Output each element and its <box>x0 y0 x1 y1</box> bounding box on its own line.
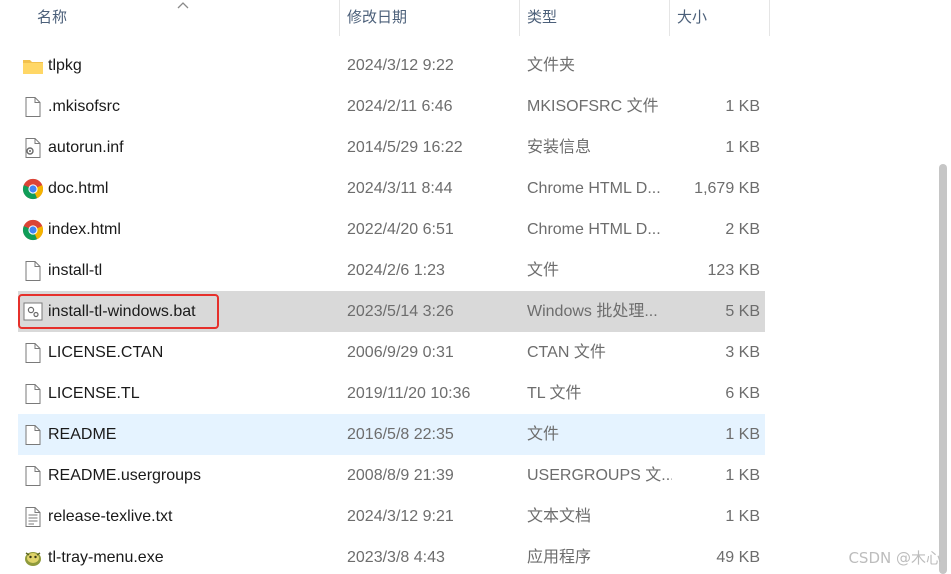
column-header-type-label: 类型 <box>527 9 558 26</box>
file-type: 文件 <box>527 426 560 443</box>
file-size: 1 KB <box>725 426 760 443</box>
file-date: 2008/8/9 21:39 <box>347 467 454 484</box>
file-size <box>670 45 760 86</box>
file-size: 2 KB <box>725 221 760 238</box>
file-type: 文件夹 <box>527 57 576 74</box>
file-row[interactable]: LICENSE.CTAN 2006/9/29 0:31 CTAN 文件 3 KB <box>18 332 765 373</box>
file-icon <box>22 383 44 405</box>
file-name: doc.html <box>48 180 109 197</box>
file-row[interactable]: tl-tray-menu.exe 2023/3/8 4:43 应用程序 49 KB <box>18 537 765 574</box>
file-name: tlpkg <box>48 57 82 74</box>
file-row[interactable]: release-texlive.txt 2024/3/12 9:21 文本文档 1 K… <box>18 496 765 537</box>
file-name: autorun.inf <box>48 139 124 156</box>
file-name: LICENSE.CTAN <box>48 344 164 361</box>
file-name: index.html <box>48 221 121 238</box>
file-type: 应用程序 <box>527 549 592 566</box>
column-header-type[interactable]: 类型 <box>520 0 670 36</box>
file-size: 1 KB <box>725 98 760 115</box>
file-date: 2006/9/29 0:31 <box>347 344 454 361</box>
exe-icon <box>22 547 44 569</box>
column-header-size[interactable]: 大小 <box>670 0 770 36</box>
file-date: 2024/3/12 9:22 <box>347 57 454 74</box>
file-date: 2024/2/11 6:46 <box>347 98 453 115</box>
file-icon <box>22 424 44 446</box>
file-row[interactable]: autorun.inf 2014/5/29 16:22 安装信息 1 KB <box>18 127 765 168</box>
file-icon <box>22 465 44 487</box>
file-type: 文本文档 <box>527 508 592 525</box>
file-type: USERGROUPS 文... <box>527 467 672 484</box>
file-size: 1 KB <box>725 139 760 156</box>
file-icon <box>22 342 44 364</box>
file-row[interactable]: tlpkg 2024/3/12 9:22 文件夹 <box>18 45 765 86</box>
file-type: TL 文件 <box>527 385 582 402</box>
file-size: 49 KB <box>716 549 760 566</box>
file-size: 1 KB <box>725 508 760 525</box>
file-type: 安装信息 <box>527 139 592 156</box>
file-date: 2016/5/8 22:35 <box>347 426 454 443</box>
file-name: README <box>48 426 117 443</box>
file-type: Chrome HTML D... <box>527 180 661 197</box>
sort-ascending-icon <box>177 2 189 9</box>
file-size: 1,679 KB <box>694 180 760 197</box>
file-row[interactable]: README 2016/5/8 22:35 文件 1 KB <box>18 414 765 455</box>
file-row[interactable]: index.html 2022/4/20 6:51 Chrome HTML D...… <box>18 209 765 250</box>
file-size: 123 KB <box>707 262 760 279</box>
file-size: 5 KB <box>725 303 760 320</box>
column-header: 名称 修改日期 类型 大小 <box>0 0 770 36</box>
file-type: Windows 批处理... <box>527 303 658 320</box>
file-date: 2024/3/11 8:44 <box>347 180 453 197</box>
file-name: .mkisofsrc <box>48 98 120 115</box>
scrollbar-thumb[interactable] <box>939 164 947 574</box>
file-name: tl-tray-menu.exe <box>48 549 164 566</box>
file-row[interactable]: install-tl 2024/2/6 1:23 文件 123 KB <box>18 250 765 291</box>
column-header-name[interactable]: 名称 <box>0 0 340 36</box>
file-row[interactable]: LICENSE.TL 2019/11/20 10:36 TL 文件 6 KB <box>18 373 765 414</box>
file-size: 3 KB <box>725 344 760 361</box>
file-date: 2019/11/20 10:36 <box>347 385 471 402</box>
file-size: 1 KB <box>725 467 760 484</box>
folder-icon <box>22 55 44 77</box>
file-type: MKISOFSRC 文件 <box>527 98 659 115</box>
file-date: 2024/2/6 1:23 <box>347 262 445 279</box>
column-header-size-label: 大小 <box>677 9 708 26</box>
column-header-date[interactable]: 修改日期 <box>340 0 520 36</box>
settings-file-icon <box>22 137 44 159</box>
file-size: 6 KB <box>725 385 760 402</box>
file-icon <box>22 260 44 282</box>
file-date: 2022/4/20 6:51 <box>347 221 454 238</box>
chrome-icon <box>22 178 44 200</box>
file-name: README.usergroups <box>48 467 201 484</box>
column-header-date-label: 修改日期 <box>347 9 408 26</box>
watermark: CSDN @木心 <box>848 549 941 567</box>
file-explorer-list: 名称 修改日期 类型 大小 tlpkg 2024/3/12 9:22 文件夹 .mki… <box>0 0 951 574</box>
file-name: install-tl <box>48 262 103 279</box>
file-date: 2024/3/12 9:21 <box>347 508 454 525</box>
file-type: Chrome HTML D... <box>527 221 661 238</box>
text-file-icon <box>22 506 44 528</box>
file-row[interactable]: README.usergroups 2008/8/9 21:39 USERGROUP… <box>18 455 765 496</box>
annotation-highlight <box>18 294 219 329</box>
column-header-name-label: 名称 <box>37 9 68 26</box>
file-name: LICENSE.TL <box>48 385 140 402</box>
file-row[interactable]: .mkisofsrc 2024/2/11 6:46 MKISOFSRC 文件 1 KB <box>18 86 765 127</box>
file-type: CTAN 文件 <box>527 344 606 361</box>
file-type: 文件 <box>527 262 560 279</box>
file-date: 2014/5/29 16:22 <box>347 139 463 156</box>
file-date: 2023/5/14 3:26 <box>347 303 454 320</box>
file-name: release-texlive.txt <box>48 508 173 525</box>
file-row[interactable]: doc.html 2024/3/11 8:44 Chrome HTML D... 1,… <box>18 168 765 209</box>
chrome-icon <box>22 219 44 241</box>
file-icon <box>22 96 44 118</box>
file-date: 2023/3/8 4:43 <box>347 549 445 566</box>
